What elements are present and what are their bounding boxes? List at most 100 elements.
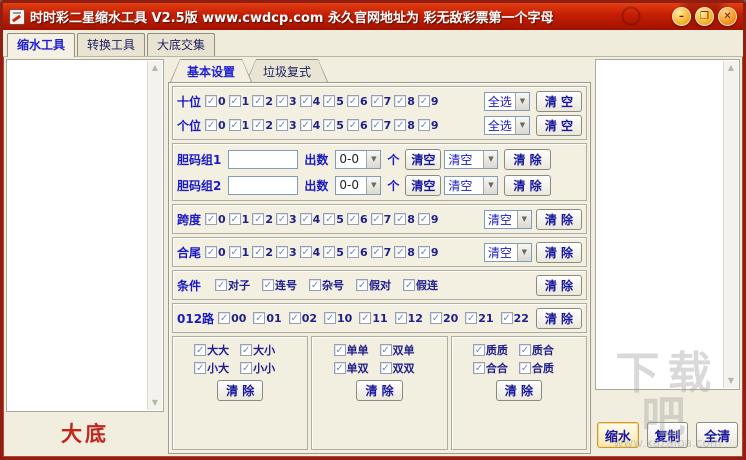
- digit-option[interactable]: ✓ 7: [371, 119, 392, 132]
- clear-all-button[interactable]: 全清: [696, 422, 738, 448]
- checkbox-checked-icon[interactable]: ✓: [323, 213, 335, 225]
- scroll-up-icon[interactable]: ▲: [724, 61, 738, 75]
- maximize-button-icon[interactable]: ❐: [695, 7, 714, 26]
- road-option[interactable]: ✓ 01: [253, 312, 281, 325]
- checkbox-checked-icon[interactable]: ✓: [205, 213, 217, 225]
- tab-shrink-tools[interactable]: 缩水工具: [7, 33, 75, 57]
- checkbox-checked-icon[interactable]: ✓: [371, 246, 383, 258]
- checkbox-checked-icon[interactable]: ✓: [300, 95, 312, 107]
- pattern-option[interactable]: ✓ 单双: [334, 360, 380, 376]
- chevron-down-icon[interactable]: ▼: [515, 117, 529, 134]
- checkbox-checked-icon[interactable]: ✓: [394, 95, 406, 107]
- chevron-down-icon[interactable]: ▼: [483, 151, 497, 168]
- chevron-down-icon[interactable]: ▼: [366, 151, 380, 168]
- digit-option[interactable]: ✓ 4: [300, 119, 321, 132]
- digit-option[interactable]: ✓ 3: [276, 213, 297, 226]
- checkbox-checked-icon[interactable]: ✓: [215, 279, 227, 291]
- digit-option[interactable]: ✓ 0: [205, 213, 226, 226]
- checkbox-checked-icon[interactable]: ✓: [334, 344, 346, 356]
- condition-option[interactable]: ✓ 假对: [356, 277, 391, 293]
- tab-dadi-intersect[interactable]: 大底交集: [147, 33, 215, 56]
- digit-option[interactable]: ✓ 3: [276, 119, 297, 132]
- road-remove-button[interactable]: 清 除: [536, 308, 582, 329]
- copy-button[interactable]: 复制: [647, 422, 689, 448]
- pattern-option[interactable]: ✓ 小小: [240, 360, 286, 376]
- digit-option[interactable]: ✓ 5: [323, 213, 344, 226]
- checkbox-checked-icon[interactable]: ✓: [324, 312, 336, 324]
- digit-option[interactable]: ✓ 9: [418, 119, 439, 132]
- checkbox-checked-icon[interactable]: ✓: [276, 119, 288, 131]
- chevron-down-icon[interactable]: ▼: [517, 211, 531, 228]
- digit-option[interactable]: ✓ 4: [300, 95, 321, 108]
- checkbox-checked-icon[interactable]: ✓: [300, 119, 312, 131]
- pattern-option[interactable]: ✓ 大小: [240, 342, 286, 358]
- checkbox-checked-icon[interactable]: ✓: [300, 213, 312, 225]
- digit-option[interactable]: ✓ 1: [229, 246, 250, 259]
- sumtail-clear-dropdown[interactable]: 清空 ▼: [484, 243, 532, 262]
- pattern-option[interactable]: ✓ 大大: [194, 342, 240, 358]
- digit-option[interactable]: ✓ 8: [394, 119, 415, 132]
- dan2-remove-button[interactable]: 清 除: [504, 175, 550, 196]
- pattern-option[interactable]: ✓ 双双: [380, 360, 426, 376]
- checkbox-checked-icon[interactable]: ✓: [380, 362, 392, 374]
- checkbox-checked-icon[interactable]: ✓: [473, 362, 485, 374]
- checkbox-checked-icon[interactable]: ✓: [300, 246, 312, 258]
- condition-option[interactable]: ✓ 连号: [262, 277, 297, 293]
- pattern-option[interactable]: ✓ 质合: [519, 342, 565, 358]
- digit-option[interactable]: ✓ 2: [252, 246, 273, 259]
- condition-option[interactable]: ✓ 杂号: [309, 277, 344, 293]
- road-option[interactable]: ✓ 22: [501, 312, 529, 325]
- checkbox-checked-icon[interactable]: ✓: [309, 279, 321, 291]
- checkbox-checked-icon[interactable]: ✓: [403, 279, 415, 291]
- road-option[interactable]: ✓ 00: [218, 312, 246, 325]
- tens-clear-button[interactable]: 清 空: [536, 91, 582, 112]
- digit-option[interactable]: ✓ 2: [252, 95, 273, 108]
- checkbox-checked-icon[interactable]: ✓: [418, 119, 430, 131]
- digit-option[interactable]: ✓ 9: [418, 246, 439, 259]
- condition-option[interactable]: ✓ 假连: [403, 277, 438, 293]
- chevron-down-icon[interactable]: ▼: [483, 177, 497, 194]
- units-clear-button[interactable]: 清 空: [536, 115, 582, 136]
- digit-option[interactable]: ✓ 2: [252, 213, 273, 226]
- pattern-option[interactable]: ✓ 合质: [519, 360, 565, 376]
- checkbox-checked-icon[interactable]: ✓: [218, 312, 230, 324]
- condition-remove-button[interactable]: 清 除: [536, 275, 582, 296]
- checkbox-checked-icon[interactable]: ✓: [252, 246, 264, 258]
- pattern-option[interactable]: ✓ 合合: [473, 360, 519, 376]
- dan2-input[interactable]: [228, 176, 298, 195]
- digit-option[interactable]: ✓ 8: [394, 246, 415, 259]
- checkbox-checked-icon[interactable]: ✓: [473, 344, 485, 356]
- checkbox-checked-icon[interactable]: ✓: [194, 344, 206, 356]
- checkbox-checked-icon[interactable]: ✓: [252, 119, 264, 131]
- dan2-clear-small-button[interactable]: 清空: [405, 175, 441, 196]
- checkbox-checked-icon[interactable]: ✓: [229, 213, 241, 225]
- digit-option[interactable]: ✓ 1: [229, 95, 250, 108]
- checkbox-checked-icon[interactable]: ✓: [430, 312, 442, 324]
- units-selectall-dropdown[interactable]: 全选 ▼: [484, 116, 530, 135]
- digit-option[interactable]: ✓ 5: [323, 246, 344, 259]
- checkbox-checked-icon[interactable]: ✓: [347, 213, 359, 225]
- checkbox-checked-icon[interactable]: ✓: [205, 246, 217, 258]
- checkbox-checked-icon[interactable]: ✓: [519, 344, 531, 356]
- digit-option[interactable]: ✓ 8: [394, 95, 415, 108]
- digit-option[interactable]: ✓ 7: [371, 246, 392, 259]
- checkbox-checked-icon[interactable]: ✓: [229, 119, 241, 131]
- digit-option[interactable]: ✓ 6: [347, 246, 368, 259]
- dan1-clear-dropdown[interactable]: 清空 ▼: [444, 150, 498, 169]
- digit-option[interactable]: ✓ 0: [205, 246, 226, 259]
- dan2-count-dropdown[interactable]: 0-0 ▼: [335, 176, 381, 195]
- scroll-up-icon[interactable]: ▲: [148, 61, 162, 75]
- pattern-option[interactable]: ✓ 质质: [473, 342, 519, 358]
- span-clear-dropdown[interactable]: 清空 ▼: [484, 210, 532, 229]
- digit-option[interactable]: ✓ 8: [394, 213, 415, 226]
- pattern-option[interactable]: ✓ 单单: [334, 342, 380, 358]
- dan1-count-dropdown[interactable]: 0-0 ▼: [335, 150, 381, 169]
- checkbox-checked-icon[interactable]: ✓: [276, 213, 288, 225]
- dan1-remove-button[interactable]: 清 除: [504, 149, 550, 170]
- checkbox-checked-icon[interactable]: ✓: [359, 312, 371, 324]
- checkbox-checked-icon[interactable]: ✓: [347, 95, 359, 107]
- tab-convert-tools[interactable]: 转换工具: [77, 33, 145, 56]
- dan2-clear-dropdown[interactable]: 清空 ▼: [444, 176, 498, 195]
- dadi-result-list[interactable]: ▲ ▼: [6, 59, 164, 412]
- digit-option[interactable]: ✓ 0: [205, 119, 226, 132]
